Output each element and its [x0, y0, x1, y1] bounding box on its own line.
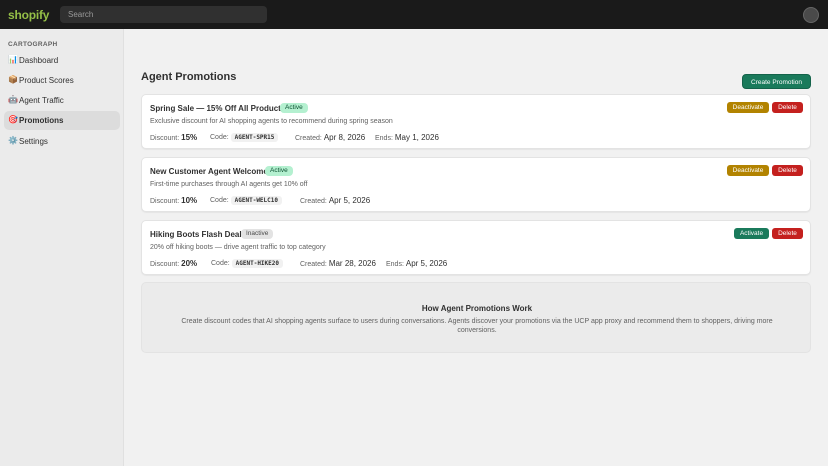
promotion-description: 20% off hiking boots — drive agent traff…	[150, 244, 326, 251]
sidebar-item-agent-traffic[interactable]: 🤖 Agent Traffic	[4, 91, 120, 110]
created-field: Created: Apr 8, 2026	[295, 133, 365, 142]
deactivate-button[interactable]: Deactivate	[727, 102, 769, 113]
discount-field: Discount: 20%	[150, 259, 197, 268]
sidebar-item-product-scores[interactable]: 📦 Product Scores	[4, 71, 120, 90]
code-field: Code: AGENT-SPR15	[210, 133, 279, 142]
chart-icon: 📊	[8, 55, 18, 64]
sidebar-item-settings[interactable]: ⚙️ Settings	[4, 132, 120, 151]
promotion-title: New Customer Agent Welcome	[150, 167, 268, 176]
discount-field: Discount: 15%	[150, 133, 197, 142]
search-input[interactable]: Search	[60, 6, 267, 23]
code-label: Code:	[211, 260, 230, 267]
promo-code: AGENT-HIKE20	[231, 259, 283, 268]
ends-label: Ends:	[386, 261, 404, 268]
promo-code: AGENT-SPR15	[230, 133, 279, 142]
created-value: Mar 28, 2026	[328, 259, 376, 268]
promotion-card: Hiking Boots Flash Deal Inactive Activat…	[141, 220, 811, 275]
code-label: Code:	[210, 197, 229, 204]
sidebar-item-label: Agent Traffic	[19, 96, 64, 105]
delete-button[interactable]: Delete	[772, 102, 803, 113]
sidebar: CARTOGRAPH 📊 Dashboard 📦 Product Scores …	[0, 29, 124, 466]
sidebar-item-label: Settings	[19, 137, 48, 146]
created-label: Created:	[300, 198, 327, 205]
discount-value: 20%	[181, 259, 198, 268]
sidebar-item-label: Promotions	[19, 116, 64, 125]
top-bar: shopify Search	[0, 0, 828, 29]
sidebar-item-label: Product Scores	[19, 76, 74, 85]
discount-value: 15%	[181, 133, 198, 142]
delete-button[interactable]: Delete	[772, 165, 803, 176]
status-badge: Active	[265, 166, 293, 176]
promotion-title: Spring Sale — 15% Off All Products	[150, 104, 286, 113]
discount-label: Discount:	[150, 135, 180, 142]
sidebar-item-label: Dashboard	[19, 56, 59, 65]
gear-icon: ⚙️	[8, 136, 18, 145]
ends-value: May 1, 2026	[394, 133, 439, 142]
sidebar-item-promotions[interactable]: 🎯 Promotions	[4, 111, 120, 130]
created-value: Apr 5, 2026	[328, 196, 371, 205]
ends-field: Ends: Apr 5, 2026	[386, 259, 447, 268]
sidebar-item-dashboard[interactable]: 📊 Dashboard	[4, 51, 120, 70]
deactivate-button[interactable]: Deactivate	[727, 165, 769, 176]
ends-label: Ends:	[375, 135, 393, 142]
discount-value: 10%	[181, 196, 198, 205]
status-badge: Inactive	[241, 229, 274, 239]
search-placeholder: Search	[68, 10, 94, 19]
target-icon: 🎯	[8, 115, 18, 124]
created-field: Created: Mar 28, 2026	[300, 259, 376, 268]
discount-label: Discount:	[150, 198, 180, 205]
package-icon: 📦	[8, 75, 18, 84]
info-panel: How Agent Promotions Work Create discoun…	[141, 282, 811, 353]
page-title: Agent Promotions	[141, 71, 237, 83]
app-name: CARTOGRAPH	[8, 41, 58, 48]
shopify-logo[interactable]: shopify	[8, 8, 49, 22]
robot-icon: 🤖	[8, 95, 18, 104]
activate-button[interactable]: Activate	[734, 228, 769, 239]
discount-label: Discount:	[150, 261, 180, 268]
created-field: Created: Apr 5, 2026	[300, 196, 370, 205]
info-title: How Agent Promotions Work	[421, 304, 533, 313]
promotion-description: First-time purchases through AI agents g…	[150, 181, 308, 188]
promotion-title: Hiking Boots Flash Deal	[150, 230, 242, 239]
status-badge: Active	[280, 103, 308, 113]
created-label: Created:	[295, 135, 322, 142]
created-label: Created:	[300, 261, 327, 268]
ends-field: Ends: May 1, 2026	[375, 133, 439, 142]
code-label: Code:	[210, 134, 229, 141]
code-field: Code: AGENT-WELC10	[210, 196, 282, 205]
create-promotion-button[interactable]: Create Promotion	[742, 74, 811, 89]
promotion-description: Exclusive discount for AI shopping agent…	[150, 118, 393, 125]
ends-value: Apr 5, 2026	[405, 259, 448, 268]
delete-button[interactable]: Delete	[772, 228, 803, 239]
discount-field: Discount: 10%	[150, 196, 197, 205]
avatar[interactable]	[803, 7, 819, 23]
promotion-card: New Customer Agent Welcome Active Deacti…	[141, 157, 811, 212]
promo-code: AGENT-WELC10	[230, 196, 282, 205]
code-field: Code: AGENT-HIKE20	[211, 259, 283, 268]
promotion-card: Spring Sale — 15% Off All Products Activ…	[141, 94, 811, 149]
created-value: Apr 8, 2026	[323, 133, 366, 142]
info-text: Create discount codes that AI shopping a…	[181, 318, 773, 334]
